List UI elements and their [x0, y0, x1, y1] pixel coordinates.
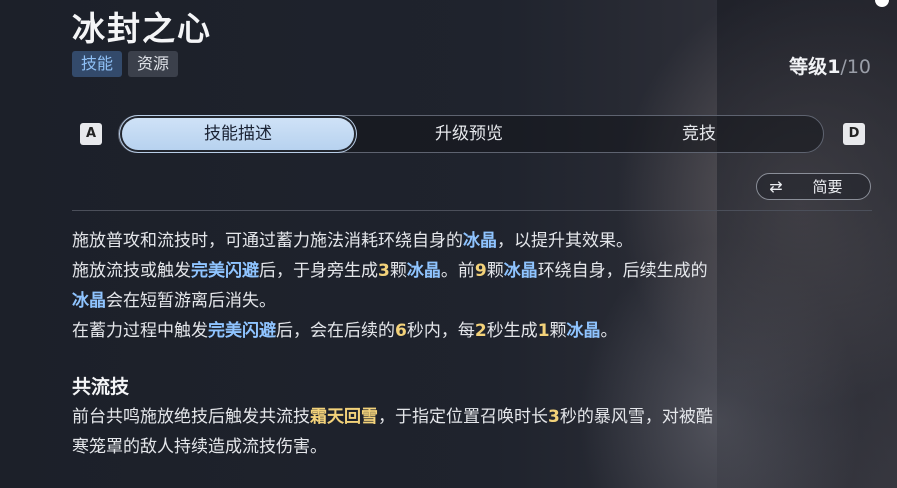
keyword-ice-crystal: 冰晶 [566, 321, 601, 341]
level-current: 1 [827, 56, 841, 78]
key-hint-a[interactable]: A [80, 123, 102, 145]
skill-title: 冰封之心 [72, 9, 212, 48]
skill-description: 施放普攻和流技时，可通过蓄力施法消耗环绕自身的冰晶，以提升其效果。 施放流技或触… [72, 226, 872, 346]
number-value: 3 [378, 261, 390, 281]
tab-bar: 技能描述 升级预览 竞技 [118, 115, 824, 153]
section-title-concerto: 共流技 [72, 376, 130, 398]
tab-skill-description[interactable]: 技能描述 [122, 118, 354, 150]
description-line: 施放流技或触发完美闪避后，于身旁生成3颗冰晶。前9颗冰晶环绕自身，后续生成的 [72, 261, 708, 281]
keyword-perfect-dodge: 完美闪避 [208, 321, 276, 341]
key-hint-d[interactable]: D [843, 123, 865, 145]
number-value: 1 [537, 321, 550, 341]
summary-toggle-button[interactable]: ⇄ 简要 [756, 173, 871, 200]
keyword-ice-crystal: 冰晶 [406, 261, 441, 281]
description-line: 冰晶会在短暂游离后消失。 [72, 291, 276, 311]
level-label: 等级 [789, 56, 828, 78]
number-value: 9 [474, 261, 487, 281]
swap-arrows-icon: ⇄ [769, 177, 783, 196]
tab-arena[interactable]: 竞技 [584, 118, 814, 150]
number-value: 3 [548, 407, 560, 427]
level-max: /10 [840, 56, 871, 78]
number-value: 2 [474, 321, 487, 341]
summary-label: 简要 [812, 178, 843, 196]
keyword-ice-crystal: 冰晶 [72, 291, 106, 311]
section-line: 前台共鸣施放绝技后触发共流技霜天回雪，于指定位置召唤时长3秒的暴风雪，对被酷 [72, 407, 713, 427]
keyword-ice-crystal: 冰晶 [503, 261, 538, 281]
number-value: 6 [395, 321, 407, 341]
keyword-ice-crystal: 冰晶 [463, 231, 497, 251]
skill-tags: 技能 资源 [72, 51, 179, 77]
divider [72, 210, 872, 211]
tag-skill[interactable]: 技能 [72, 51, 123, 77]
description-line: 施放普攻和流技时，可通过蓄力施法消耗环绕自身的冰晶，以提升其效果。 [72, 231, 633, 251]
tag-resource[interactable]: 资源 [128, 51, 179, 77]
keyword-frost-snow: 霜天回雪 [310, 407, 378, 427]
description-line: 在蓄力过程中触发完美闪避后，会在后续的6秒内，每2秒生成1颗冰晶。 [72, 321, 618, 341]
level-display: 等级1/10 [789, 52, 871, 79]
keyword-perfect-dodge: 完美闪避 [191, 261, 259, 281]
tab-upgrade-preview[interactable]: 升级预览 [354, 118, 584, 150]
section-description: 前台共鸣施放绝技后触发共流技霜天回雪，于指定位置召唤时长3秒的暴风雪，对被酷 寒… [72, 402, 872, 462]
section-line: 寒笼罩的敌人持续造成流技伤害。 [72, 437, 327, 457]
